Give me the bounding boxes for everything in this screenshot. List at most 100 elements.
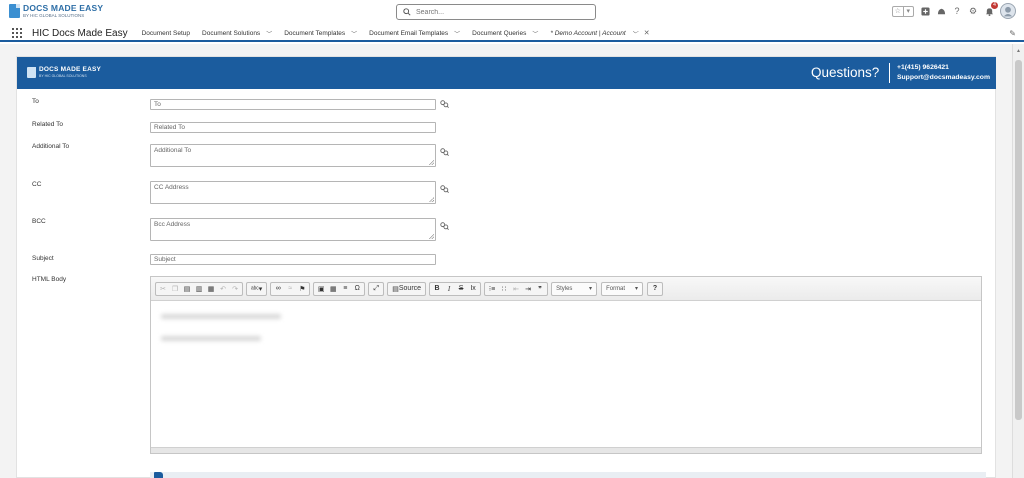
format-dropdown[interactable]: Format ▾: [601, 281, 644, 296]
nav-item-document-queries[interactable]: Document Queries ﹀: [472, 29, 538, 38]
banner-logo-subtitle: BY HIC GLOBAL SOLUTIONS: [39, 73, 87, 78]
global-actions-icon[interactable]: [920, 6, 930, 16]
gear-icon[interactable]: ⚙: [968, 6, 978, 16]
chevron-down-icon[interactable]: ﹀: [351, 29, 357, 38]
copy-icon[interactable]: ❐: [170, 283, 180, 295]
help-icon[interactable]: ?: [952, 6, 962, 16]
support-contact: +1(415) 9626421 Support@docsmadeasy.com: [897, 63, 990, 83]
edit-nav-pencil-icon[interactable]: ✎: [1009, 29, 1016, 38]
undo-icon[interactable]: ↶: [218, 283, 228, 295]
numbered-list-icon[interactable]: ⁝≡: [487, 283, 497, 295]
cc-label: CC: [32, 181, 42, 188]
table-icon[interactable]: ▦: [328, 283, 338, 295]
nav-item-document-solutions[interactable]: Document Solutions ﹀: [202, 29, 272, 38]
scroll-up-icon[interactable]: ▲: [1016, 48, 1021, 54]
bulleted-list-icon[interactable]: ∷: [499, 283, 509, 295]
lookup-icon[interactable]: [440, 148, 449, 156]
chevron-down-icon[interactable]: ﹀: [454, 29, 460, 38]
related-to-input[interactable]: Related To: [150, 122, 436, 133]
maximize-icon[interactable]: ⤢: [371, 283, 381, 295]
link-icon[interactable]: ∞: [273, 283, 283, 295]
html-body-label: HTML Body: [32, 276, 67, 283]
additional-to-textarea[interactable]: Additional To: [150, 144, 436, 167]
help-group: ?: [647, 281, 664, 296]
app-launcher-icon[interactable]: [12, 28, 22, 38]
footer-strip: [150, 472, 986, 478]
cut-icon[interactable]: ✂: [158, 283, 168, 295]
bcc-textarea[interactable]: Bcc Address: [150, 218, 436, 241]
to-input[interactable]: To: [150, 99, 436, 110]
paste-text-icon[interactable]: ▥: [194, 283, 204, 295]
bcc-label: BCC: [32, 218, 46, 225]
search-input[interactable]: [416, 8, 586, 16]
subject-label: Subject: [32, 255, 54, 262]
paste-word-icon[interactable]: ▦: [206, 283, 216, 295]
outdent-icon[interactable]: ⇤: [511, 283, 521, 295]
bold-icon[interactable]: B: [432, 283, 442, 295]
anchor-flag-icon[interactable]: ⚑: [297, 283, 307, 295]
nav-tab-demo-account[interactable]: * Demo Account | Account ﹀ ✕: [550, 29, 649, 38]
styles-dropdown[interactable]: Styles ▾: [551, 281, 598, 296]
banner-divider: [889, 63, 890, 83]
favorites-button[interactable]: ☆ ▾: [892, 5, 914, 17]
editor-content-area[interactable]: [151, 302, 981, 447]
banner-logo-title: DOCS MADE EASY: [39, 66, 102, 73]
related-to-label: Related To: [32, 121, 63, 128]
user-avatar-icon[interactable]: [1000, 3, 1016, 19]
app-navigation: HIC Docs Made Easy Document Setup Docume…: [0, 26, 1024, 42]
chevron-down-icon[interactable]: ﹀: [532, 29, 538, 38]
source-button[interactable]: ▤ Source: [390, 283, 423, 295]
favorites-dropdown-icon[interactable]: ▾: [902, 6, 914, 16]
close-tab-icon[interactable]: ✕: [644, 29, 650, 37]
lookup-icon[interactable]: [440, 222, 449, 230]
logo-subtitle: BY HIC GLOBAL SOLUTIONS: [23, 12, 85, 18]
blockquote-icon[interactable]: ❞: [535, 283, 545, 295]
unlink-icon[interactable]: ≈: [285, 283, 295, 295]
questions-heading: Questions?: [811, 65, 880, 80]
attachment-icon[interactable]: [154, 472, 163, 478]
trailhead-icon[interactable]: [936, 6, 946, 16]
strikethrough-icon[interactable]: S: [456, 283, 466, 295]
blurred-text-line: [161, 314, 281, 319]
org-logo[interactable]: DOCS MADE EASY BY HIC GLOBAL SOLUTIONS: [9, 4, 103, 18]
editor-help-icon[interactable]: ?: [650, 283, 660, 295]
nav-item-document-email-templates[interactable]: Document Email Templates ﹀: [369, 29, 460, 38]
chevron-down-icon[interactable]: ﹀: [266, 29, 272, 38]
paste-icon[interactable]: ▤: [182, 283, 192, 295]
italic-icon[interactable]: I: [444, 283, 454, 295]
html-body-editor: ✂ ❐ ▤ ▥ ▦ ↶ ↷ ᵃᵇᶜ▾ ∞ ≈ ⚑ ▣ ▦ ≡ Ω ⤢ ▤ Sou…: [150, 276, 982, 454]
support-email[interactable]: Support@docsmadeasy.com: [897, 73, 990, 83]
horizontal-line-icon[interactable]: ≡: [340, 283, 350, 295]
resize-handle[interactable]: [429, 197, 434, 202]
chevron-down-icon[interactable]: ﹀: [632, 29, 638, 38]
logo-icon: [27, 67, 36, 78]
indent-icon[interactable]: ⇥: [523, 283, 533, 295]
global-header: DOCS MADE EASY BY HIC GLOBAL SOLUTIONS ☆…: [0, 0, 1024, 26]
scrollbar-thumb[interactable]: [1015, 60, 1022, 420]
resize-handle[interactable]: [429, 160, 434, 165]
nav-item-document-templates[interactable]: Document Templates ﹀: [284, 29, 357, 38]
spellcheck-icon[interactable]: ᵃᵇᶜ▾: [249, 283, 264, 295]
nav-item-document-setup[interactable]: Document Setup: [142, 30, 190, 37]
notification-badge: 4: [991, 2, 998, 9]
resize-handle[interactable]: [429, 234, 434, 239]
brand-banner: DOCS MADE EASY BY HIC GLOBAL SOLUTIONS Q…: [17, 57, 996, 89]
logo-icon: [9, 4, 20, 18]
star-icon: ☆: [894, 7, 901, 15]
lookup-icon[interactable]: [440, 185, 449, 193]
insert-group: ▣ ▦ ≡ Ω: [313, 281, 366, 296]
redo-icon[interactable]: ↷: [230, 283, 240, 295]
lookup-icon[interactable]: [440, 100, 449, 108]
special-char-icon[interactable]: Ω: [352, 283, 362, 295]
support-phone: +1(415) 9626421: [897, 64, 949, 71]
global-search[interactable]: [396, 4, 596, 20]
banner-logo: DOCS MADE EASY BY HIC GLOBAL SOLUTIONS: [27, 66, 102, 78]
notifications-bell-icon[interactable]: 4: [984, 2, 998, 16]
remove-format-icon[interactable]: Ix: [468, 283, 478, 295]
to-label: To: [32, 98, 39, 105]
maximize-group: ⤢: [368, 281, 385, 296]
cc-textarea[interactable]: CC Address: [150, 181, 436, 204]
subject-input[interactable]: Subject: [150, 254, 436, 265]
chevron-down-icon: ▾: [589, 286, 593, 292]
image-icon[interactable]: ▣: [316, 283, 326, 295]
